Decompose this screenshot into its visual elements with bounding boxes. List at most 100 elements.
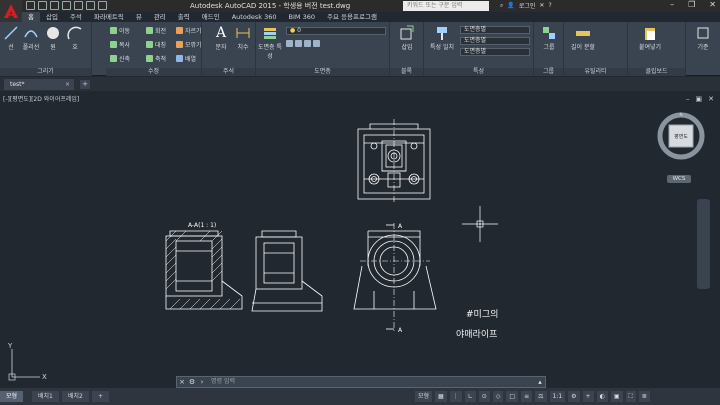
- panel-title-annotation[interactable]: 주석: [202, 68, 255, 76]
- tab-annotate[interactable]: 주석: [64, 12, 88, 22]
- measure-button[interactable]: 길이 분할: [568, 25, 598, 51]
- layer-tool-icon[interactable]: [295, 40, 302, 47]
- search-icon[interactable]: ⌕: [500, 2, 503, 10]
- dimension-button[interactable]: 치수: [234, 25, 252, 51]
- osnap-icon[interactable]: □: [506, 391, 519, 402]
- user-icon[interactable]: 👤: [507, 2, 514, 9]
- undo-icon[interactable]: [86, 1, 95, 10]
- open-icon[interactable]: [38, 1, 47, 10]
- rotate-button[interactable]: 회전: [146, 26, 166, 35]
- file-tab[interactable]: test* ×: [4, 79, 74, 90]
- print-icon[interactable]: [74, 1, 83, 10]
- help-icon[interactable]: ?: [548, 2, 551, 9]
- close-icon[interactable]: ×: [177, 377, 187, 387]
- panel-title-modify[interactable]: 수정: [106, 68, 201, 76]
- new-icon[interactable]: [26, 1, 35, 10]
- tab-layout2[interactable]: 배치2: [62, 391, 89, 402]
- minimize-icon[interactable]: –: [670, 0, 674, 9]
- customize-icon[interactable]: ≣: [638, 391, 650, 402]
- minimize-icon[interactable]: –: [686, 95, 690, 103]
- base-button[interactable]: 기준: [694, 25, 712, 51]
- autocad-app-button[interactable]: [0, 0, 22, 22]
- tab-parametric[interactable]: 파라메트릭: [88, 12, 130, 22]
- color-dropdown[interactable]: 도면층별: [460, 26, 530, 34]
- tab-layout1[interactable]: 배치1: [32, 391, 59, 402]
- tab-bim360[interactable]: BIM 360: [283, 12, 321, 22]
- tab-addins[interactable]: 애드인: [196, 12, 226, 22]
- arc-button[interactable]: 호: [66, 25, 84, 51]
- panel-title-layers[interactable]: 도면층: [256, 68, 389, 76]
- exchange-icon[interactable]: ✕: [539, 2, 544, 9]
- plus-icon[interactable]: +: [582, 391, 594, 402]
- layer-tool-icon[interactable]: [286, 40, 293, 47]
- linetype-dropdown[interactable]: 도면층별: [460, 37, 530, 45]
- command-prompt-icon[interactable]: ›: [197, 377, 207, 387]
- wcs-menu[interactable]: WCS: [667, 175, 691, 183]
- lineweight-icon[interactable]: ≡: [521, 391, 533, 402]
- tab-view[interactable]: 뷰: [130, 12, 148, 22]
- move-button[interactable]: 이동: [110, 26, 130, 35]
- panel-title-properties[interactable]: 특성: [424, 68, 533, 76]
- line-button[interactable]: 선: [2, 25, 20, 51]
- layer-tool-icon[interactable]: [313, 40, 320, 47]
- lineweight-dropdown[interactable]: 도면층별: [460, 48, 530, 56]
- layer-tool-icon[interactable]: [304, 40, 311, 47]
- save-icon[interactable]: [50, 1, 59, 10]
- isolate-icon[interactable]: ◐: [596, 391, 608, 402]
- stretch-button[interactable]: 신축: [110, 54, 130, 63]
- trim-button[interactable]: 자르기: [176, 26, 202, 35]
- group-button[interactable]: 그룹: [540, 25, 558, 51]
- layer-properties-button[interactable]: 도면층 특성: [258, 25, 282, 60]
- isodraft-icon[interactable]: ◇: [492, 391, 504, 402]
- panel-title-utilities[interactable]: 유틸리티: [564, 68, 627, 76]
- circle-button[interactable]: 원: [44, 25, 62, 51]
- grid-icon[interactable]: ▦: [435, 391, 447, 402]
- panel-title-clipboard[interactable]: 클립보드: [628, 68, 685, 76]
- viewcube[interactable]: 평면도 N: [656, 111, 706, 161]
- save-as-icon[interactable]: [62, 1, 71, 10]
- scale-button[interactable]: 축척: [146, 54, 166, 63]
- close-icon[interactable]: ✕: [708, 95, 714, 103]
- snap-icon[interactable]: ⋮: [449, 391, 462, 402]
- signin-link[interactable]: 로그인: [519, 1, 536, 10]
- polyline-button[interactable]: 폴리선: [22, 25, 40, 51]
- drawing-canvas[interactable]: A-A(1 : 1) A A: [0, 91, 720, 387]
- array-button[interactable]: 배열: [176, 54, 196, 63]
- mirror-button[interactable]: 대칭: [146, 40, 166, 49]
- layer-dropdown[interactable]: ● 0: [286, 27, 386, 35]
- workspace-gear-icon[interactable]: ⚙: [568, 391, 580, 402]
- clean-screen-icon[interactable]: ⛶: [625, 391, 636, 402]
- restore-icon[interactable]: ▣: [696, 95, 703, 103]
- command-input[interactable]: 명령 입력: [207, 377, 535, 387]
- panel-title-draw[interactable]: 그리기: [0, 68, 91, 76]
- tab-featured-apps[interactable]: 주요 응용프로그램: [321, 12, 383, 22]
- maximize-icon[interactable]: ❐: [688, 0, 695, 9]
- tab-model[interactable]: 모형: [0, 391, 24, 402]
- annotation-scale-icon[interactable]: ⚖: [535, 391, 547, 402]
- scale-value[interactable]: 1:1: [549, 391, 566, 402]
- insert-button[interactable]: 삽입: [398, 25, 416, 51]
- close-icon[interactable]: ×: [65, 79, 70, 90]
- new-tab-button[interactable]: +: [80, 80, 90, 89]
- copy-button[interactable]: 복사: [110, 40, 130, 49]
- text-button[interactable]: A 문자: [212, 25, 230, 51]
- settings-icon[interactable]: ⚙: [187, 377, 197, 387]
- drawing-viewport[interactable]: A-A(1 : 1) A A [-][평면도][2D 와이어프레임] – ▣ ✕…: [0, 91, 720, 387]
- panel-title-group[interactable]: 그룹: [534, 68, 563, 76]
- model-space-toggle[interactable]: 모형: [415, 391, 433, 402]
- add-layout-button[interactable]: +: [92, 391, 110, 402]
- viewport-controls-label[interactable]: [-][평면도][2D 와이어프레임]: [3, 94, 79, 103]
- search-input[interactable]: 키워드 또는 구문 입력: [403, 1, 489, 11]
- ortho-icon[interactable]: ∟: [464, 391, 476, 402]
- fillet-button[interactable]: 모깎기: [176, 40, 202, 49]
- paste-button[interactable]: 붙여넣기: [636, 25, 664, 51]
- panel-title-block[interactable]: 블록: [390, 68, 423, 76]
- hardware-accel-icon[interactable]: ▣: [610, 391, 623, 402]
- tab-insert[interactable]: 삽입: [40, 12, 64, 22]
- close-icon[interactable]: ✕: [709, 0, 716, 9]
- chevron-up-icon[interactable]: ▴: [535, 377, 545, 387]
- tab-home[interactable]: 홈: [22, 12, 40, 22]
- tab-autodesk360[interactable]: Autodesk 360: [226, 12, 283, 22]
- polar-icon[interactable]: ⊙: [478, 391, 490, 402]
- navigation-bar[interactable]: [697, 199, 710, 289]
